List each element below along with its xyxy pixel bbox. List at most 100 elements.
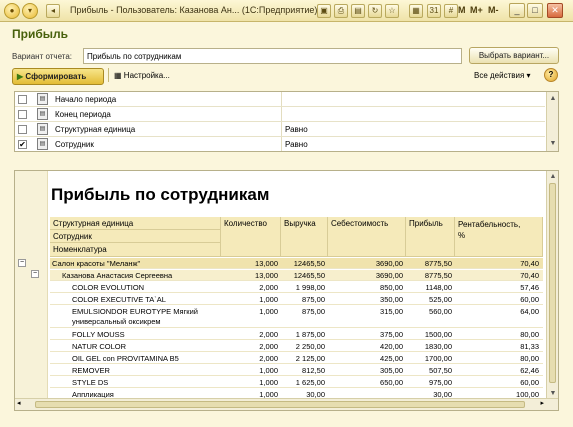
cell-revenue: 812,50 xyxy=(302,366,325,375)
group-row[interactable]: Салон красоты "Меланж" 13,000 12465,50 3690… xyxy=(50,258,543,269)
filter-row[interactable]: ▤ Конец периода xyxy=(15,107,545,122)
row-name-line: REMOVER xyxy=(72,366,110,375)
table-row[interactable]: NATUR COLOR 2,000 2 250,00 420,00 1830,00 81,… xyxy=(50,341,543,352)
back-icon[interactable]: ◂ xyxy=(46,4,60,18)
memory-m-minus[interactable]: M- xyxy=(488,5,499,15)
filter-row[interactable]: ✔ ▤ Сотрудник Равно xyxy=(15,137,545,151)
variant-field[interactable]: Прибыль по сотрудникам xyxy=(83,48,462,64)
select-variant-button[interactable]: Выбрать вариант... xyxy=(469,47,559,64)
cell-qty: 2,000 xyxy=(259,283,278,292)
cell-revenue: 1 625,00 xyxy=(295,378,325,387)
collapse-toggle-icon[interactable]: − xyxy=(31,270,39,278)
scroll-left-icon[interactable]: ◂ xyxy=(17,399,21,407)
scroll-right-icon[interactable]: ▸ xyxy=(540,399,544,407)
table-row[interactable]: STYLE DS 1,000 1 625,00 650,00 975,00 60,00 xyxy=(50,377,543,388)
cell-margin: 60,00 xyxy=(520,295,539,304)
filter-name: Структурная единица xyxy=(55,125,136,134)
cell-qty: 1,000 xyxy=(259,307,278,316)
table-row[interactable]: COLOR EXECUTIVE TA`AL 1,000 875,00 350,00 52… xyxy=(50,294,543,305)
calendar-icon[interactable]: 31 xyxy=(427,4,441,18)
cell-profit: 1830,00 xyxy=(424,342,452,351)
row-name-line: Салон красоты "Меланж" xyxy=(52,259,141,268)
row-name-line: COLOR EVOLUTION xyxy=(72,283,145,292)
scroll-thumb[interactable] xyxy=(549,183,556,383)
filter-name: Начало периода xyxy=(55,95,117,104)
row-name: OIL GEL con PROVITAMINA B5 xyxy=(72,354,179,364)
page-title: Прибыль xyxy=(12,27,68,41)
filter-scrollbar[interactable]: ▲ ▼ xyxy=(546,92,558,151)
filter-settings-grid: ▤ Начало периода ▤ Конец периода ▤ Струк… xyxy=(14,91,559,152)
report-title: Прибыль по сотрудникам xyxy=(51,185,270,204)
all-actions-menu[interactable]: Все действия ▾ xyxy=(474,71,531,80)
cell-profit: 975,00 xyxy=(429,378,452,387)
report-spreadsheet[interactable]: Прибыль по сотрудникам Структурная едини… xyxy=(14,170,559,411)
filter-checkbox-checked[interactable]: ✔ xyxy=(18,140,27,149)
favorites-icon[interactable]: ☆ xyxy=(385,4,399,18)
report-horizontal-scrollbar[interactable]: ◂ ▸ xyxy=(15,398,558,410)
cell-cost: 650,00 xyxy=(380,378,403,387)
header-employee: Сотрудник xyxy=(50,230,221,243)
cell-cost: 3690,00 xyxy=(375,259,403,268)
cell-margin: 80,00 xyxy=(520,354,539,363)
table-row[interactable]: OIL GEL con PROVITAMINA B5 2,000 2 125,00 4… xyxy=(50,353,543,364)
calculator-icon[interactable]: # xyxy=(444,4,458,18)
filter-checkbox[interactable] xyxy=(18,110,27,119)
play-icon: ▶ xyxy=(17,72,24,81)
history-icon[interactable]: ↻ xyxy=(368,4,382,18)
table-row[interactable]: EMULSIONDOR EUROTYPE Мягкий универсальный… xyxy=(50,306,543,328)
filter-condition: Равно xyxy=(285,140,308,149)
maximize-icon[interactable]: □ xyxy=(527,3,543,18)
filter-row[interactable]: ▤ Структурная единица Равно xyxy=(15,122,545,137)
generate-label: Сформировать xyxy=(25,72,87,81)
scroll-up-icon[interactable]: ▲ xyxy=(548,172,558,182)
scroll-down-icon[interactable]: ▼ xyxy=(548,139,558,149)
table-row[interactable]: COLOR EVOLUTION 2,000 1 998,00 850,00 1148,0… xyxy=(50,282,543,293)
cell-qty: 2,000 xyxy=(259,330,278,339)
scroll-thumb-horizontal[interactable] xyxy=(35,401,525,408)
generate-button[interactable]: ▶ Сформировать xyxy=(12,68,104,85)
cell-qty: 2,000 xyxy=(259,354,278,363)
row-name-line: EMULSIONDOR EUROTYPE Мягкий xyxy=(72,307,198,316)
report-vertical-scrollbar[interactable]: ▲ ▼ xyxy=(546,171,558,400)
close-icon[interactable]: ✕ xyxy=(547,3,563,18)
collapse-toggle-icon[interactable]: − xyxy=(18,259,26,267)
preview-icon[interactable]: ▤ xyxy=(351,4,365,18)
cell-profit: 8775,50 xyxy=(424,259,452,268)
minimize-icon[interactable]: _ xyxy=(509,3,525,18)
window-title: Прибыль - Пользователь: Казанова Ан... (… xyxy=(70,5,318,15)
subgroup-row[interactable]: Казанова Анастасия Сергеевна 13,000 12465,… xyxy=(50,270,543,281)
row-name-line: NATUR COLOR xyxy=(72,342,127,351)
row-name-line: универсальный оксикрем xyxy=(72,317,161,326)
row-name: COLOR EVOLUTION xyxy=(72,283,144,293)
cell-qty: 13,000 xyxy=(255,271,278,280)
table-row[interactable]: FOLLY MOUSS 2,000 1 875,00 375,00 1500,00 80,… xyxy=(50,329,543,340)
all-actions-label: Все действия xyxy=(474,71,525,80)
toolbar-separator xyxy=(108,68,109,82)
filter-checkbox[interactable] xyxy=(18,125,27,134)
cell-qty: 1,000 xyxy=(259,295,278,304)
settings-button[interactable]: ▦ Настройка... xyxy=(114,71,170,80)
grouping-column xyxy=(15,171,48,410)
cell-revenue: 1 875,00 xyxy=(295,330,325,339)
memory-m[interactable]: M xyxy=(458,5,466,15)
main-menu-icon[interactable]: ▾ xyxy=(22,3,38,19)
cell-cost: 350,00 xyxy=(380,295,403,304)
save-icon[interactable]: ▣ xyxy=(317,4,331,18)
cell-revenue: 2 250,00 xyxy=(295,342,325,351)
settings-label: Настройка... xyxy=(123,71,170,80)
parameter-icon: ▤ xyxy=(37,93,48,105)
help-icon[interactable]: ? xyxy=(544,68,558,82)
chevron-down-icon: ▾ xyxy=(526,71,531,80)
row-name: NATUR COLOR xyxy=(72,342,126,352)
header-structural-unit: Структурная единица xyxy=(50,217,221,230)
print-icon[interactable]: ⎙ xyxy=(334,4,348,18)
row-name: EMULSIONDOR EUROTYPE Мягкий универсальный… xyxy=(72,307,198,327)
scroll-up-icon[interactable]: ▲ xyxy=(548,94,558,104)
title-bar: ● ▾ ◂ Прибыль - Пользователь: Казанова А… xyxy=(0,0,573,22)
app-logo-icon[interactable]: ● xyxy=(4,3,20,19)
memory-m-plus[interactable]: M+ xyxy=(470,5,483,15)
spreadsheet-icon[interactable]: ▦ xyxy=(409,4,423,18)
filter-checkbox[interactable] xyxy=(18,95,27,104)
table-row[interactable]: REMOVER 1,000 812,50 305,00 507,50 62,46 xyxy=(50,365,543,376)
filter-row[interactable]: ▤ Начало периода xyxy=(15,92,545,107)
